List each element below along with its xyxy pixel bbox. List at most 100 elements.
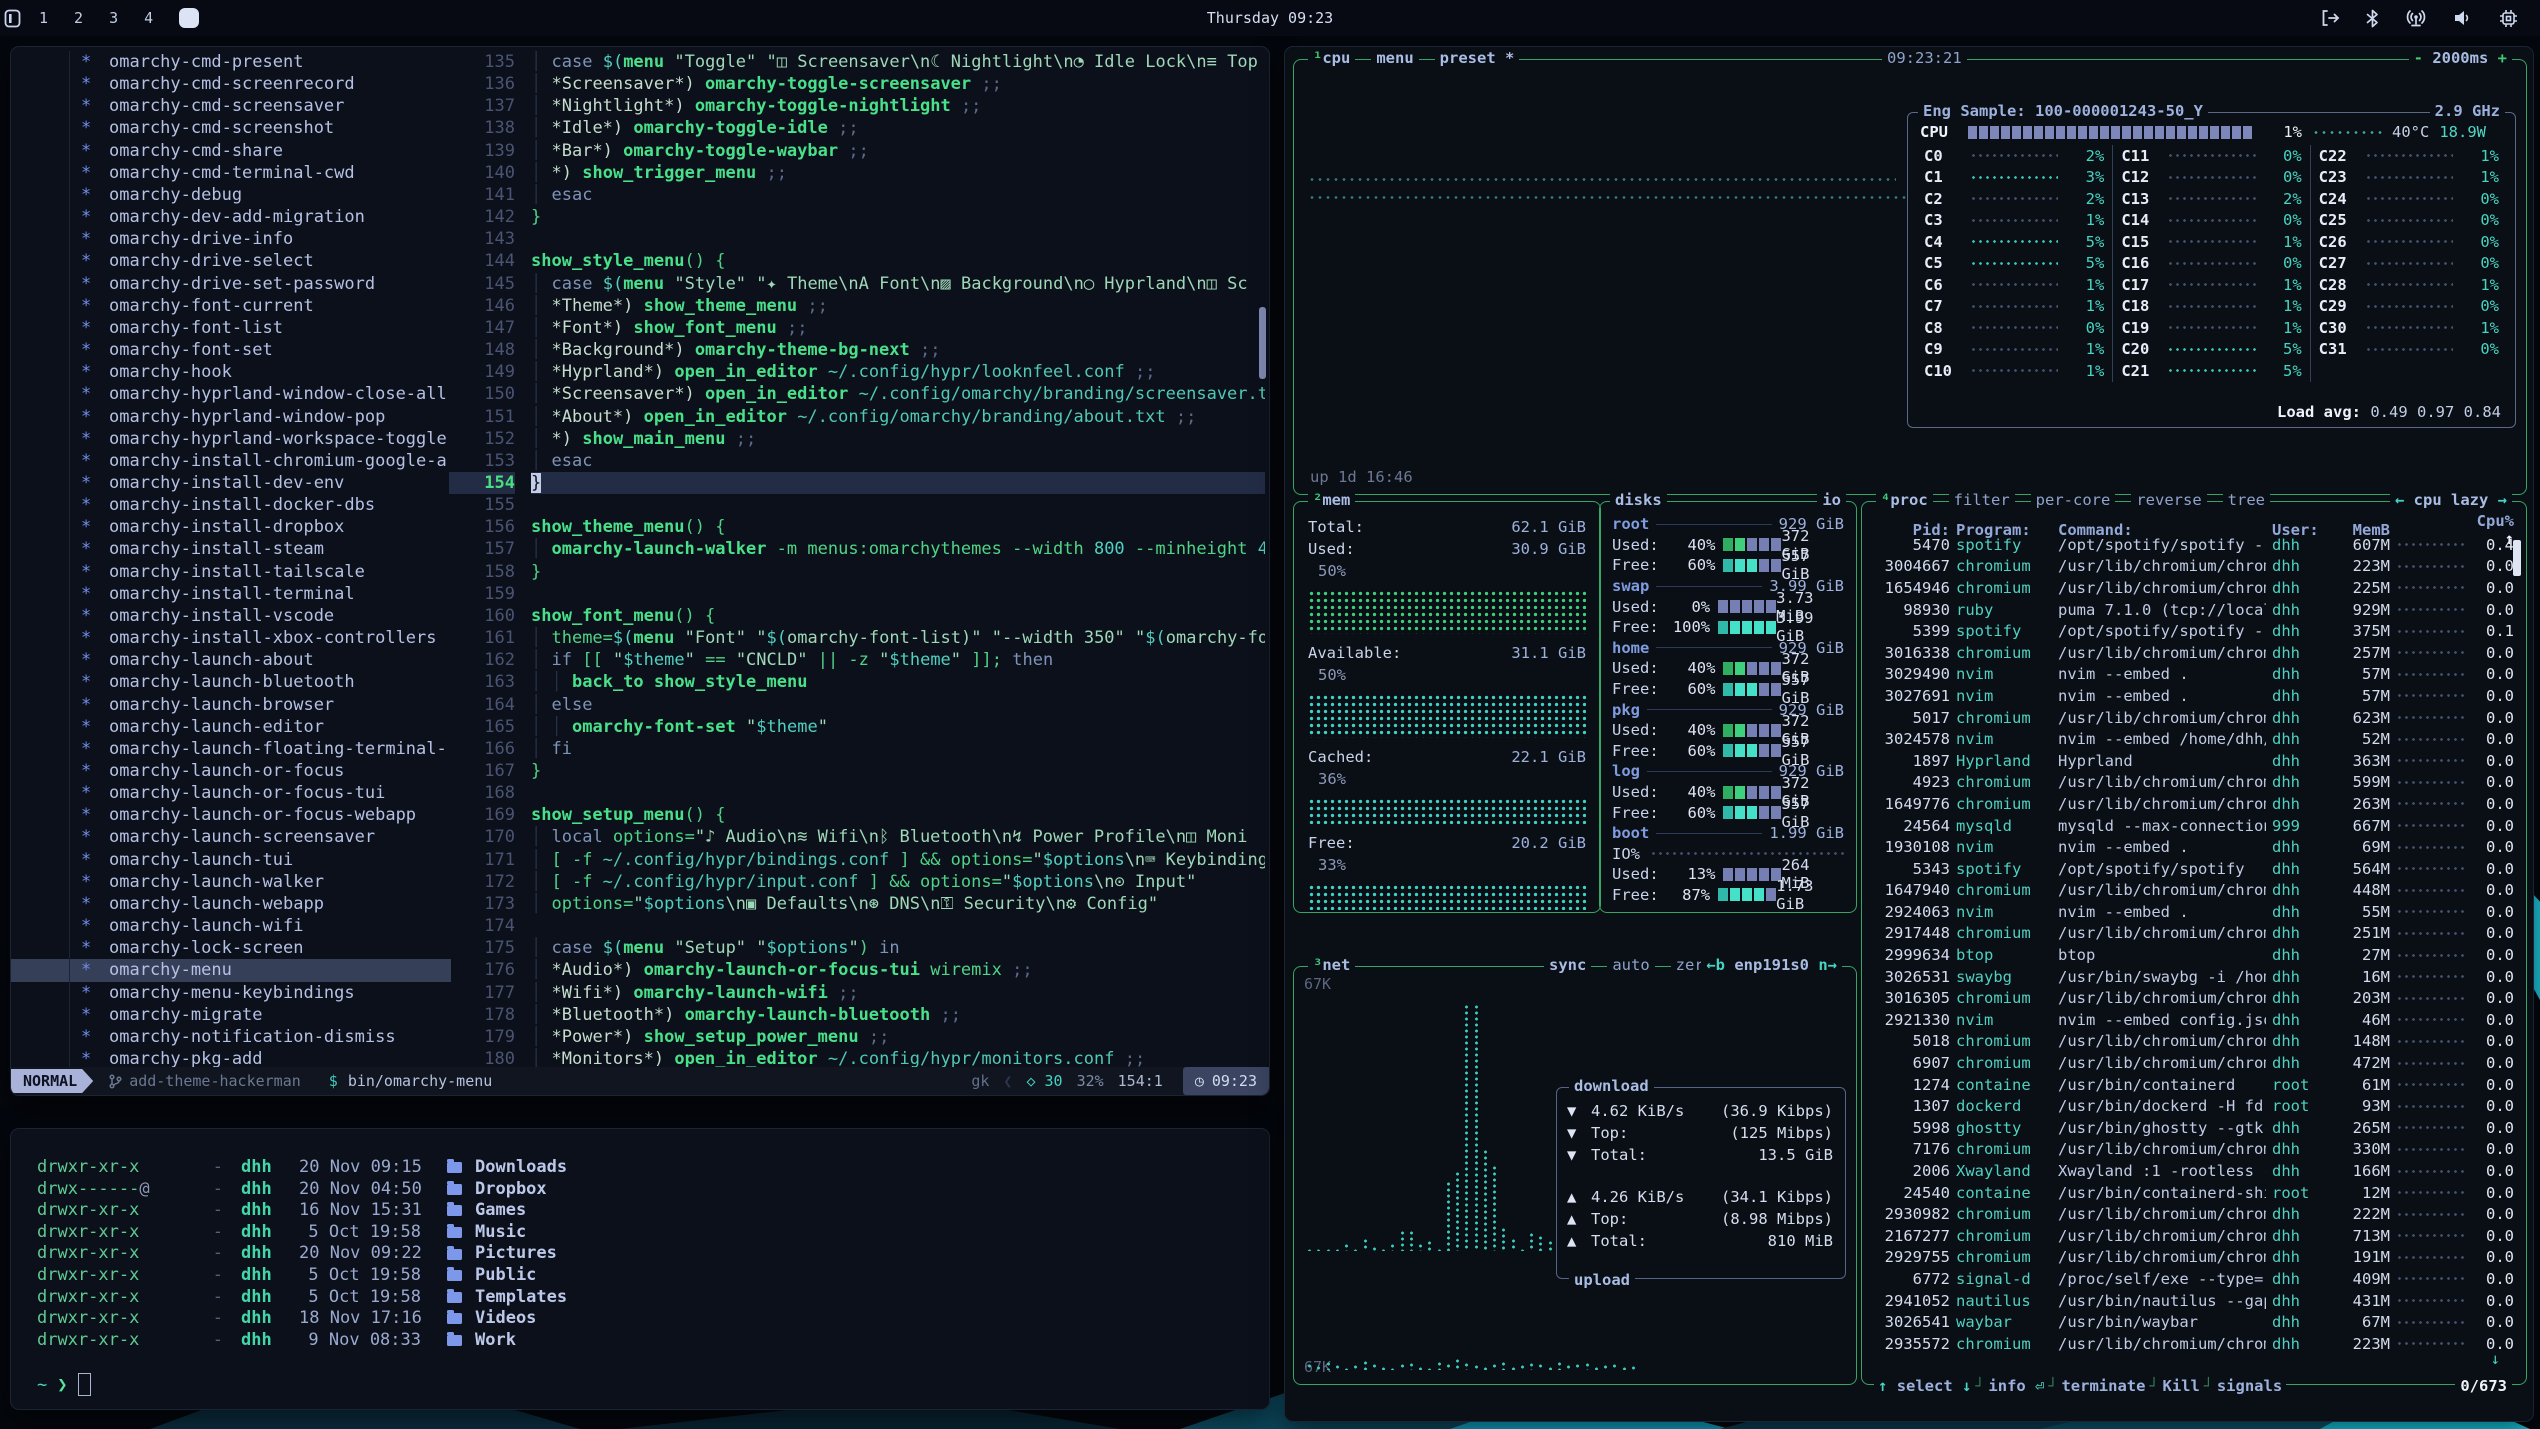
kill-action[interactable]: Kill [2158,1377,2203,1395]
file-list-item[interactable]: *omarchy-cmd-terminal-cwd [11,162,451,184]
process-scrollbar[interactable] [2513,540,2521,576]
proc-tab[interactable]: ⁴proc [1876,491,1933,509]
workspace-1[interactable]: 1 [39,9,48,27]
process-row[interactable]: 5343spotify/opt/spotify/spotifydhh564M0.… [1862,858,2526,880]
signals-action[interactable]: signals [2213,1377,2286,1395]
file-list-item[interactable]: *omarchy-install-chromium-google-a [11,450,451,472]
volume-icon[interactable] [2453,9,2473,27]
process-row[interactable]: 2929755chromium/usr/lib/chromium/chromdh… [1862,1247,2526,1269]
process-row[interactable]: 6907chromium/usr/lib/chromium/chromdhh47… [1862,1052,2526,1074]
process-row[interactable]: 1274containe/usr/bin/containerdroot61M0.… [1862,1074,2526,1096]
process-row[interactable]: 1307dockerd/usr/bin/dockerd -H fd:root93… [1862,1095,2526,1117]
workspace-active-indicator[interactable] [179,8,199,28]
sync-button[interactable]: sync [1544,956,1591,974]
workspace-3[interactable]: 3 [109,9,118,27]
process-row[interactable]: 7176chromium/usr/lib/chromium/chromdhh33… [1862,1139,2526,1161]
process-row[interactable]: 4923chromium/usr/lib/chromium/chromdhh59… [1862,772,2526,794]
mem-tab[interactable]: ²mem [1308,491,1355,509]
file-list-item[interactable]: *omarchy-install-dev-env [11,472,451,494]
process-row[interactable]: 2917448chromium/usr/lib/chromium/chromdh… [1862,923,2526,945]
filter-button[interactable]: filter [1949,491,2015,509]
file-list-item[interactable]: *omarchy-font-set [11,339,451,361]
process-row[interactable]: 2924063nvimnvim --embed .dhh55M0.0 [1862,901,2526,923]
broadcast-icon[interactable] [2405,9,2427,27]
file-list-item[interactable]: *omarchy-menu [11,959,451,981]
code-editor[interactable]: │ case $(menu "Toggle" "◫ Screensaver\n☾… [531,51,1265,1070]
file-list-item[interactable]: *omarchy-menu-keybindings [11,982,451,1004]
logout-icon[interactable] [2320,9,2340,27]
process-row[interactable]: 3004667chromium/usr/lib/chromium/chromdh… [1862,556,2526,578]
process-row[interactable]: 1930108nvimnvim --embed .dhh69M0.0 [1862,836,2526,858]
process-row[interactable]: 98930rubypuma 7.1.0 (tcp://localdhh929M0… [1862,599,2526,621]
file-list-item[interactable]: *omarchy-install-dropbox [11,516,451,538]
file-list-item[interactable]: *omarchy-launch-browser [11,694,451,716]
process-row[interactable]: 1647940chromium/usr/lib/chromium/chromdh… [1862,880,2526,902]
process-row[interactable]: 2935572chromium/usr/lib/chromium/chromdh… [1862,1333,2526,1355]
per-core-button[interactable]: per-core [2031,491,2116,509]
net-tab[interactable]: ³net [1308,956,1355,974]
process-row[interactable]: 6772signal-d/proc/self/exe --type=rdhh40… [1862,1268,2526,1290]
file-list-item[interactable]: *omarchy-notification-dismiss [11,1026,451,1048]
omarchy-logo-icon[interactable] [4,9,21,28]
workspace-2[interactable]: 2 [74,9,83,27]
file-list-item[interactable]: *omarchy-cmd-screenshot [11,117,451,139]
file-list-item[interactable]: *omarchy-launch-or-focus-tui [11,782,451,804]
process-row[interactable]: 3027691nvimnvim --embed .dhh57M0.0 [1862,685,2526,707]
process-row[interactable]: 1649776chromium/usr/lib/chromium/chromdh… [1862,793,2526,815]
file-list-item[interactable]: *omarchy-drive-set-password [11,273,451,295]
file-list-item[interactable]: *omarchy-install-xbox-controllers [11,627,451,649]
reverse-button[interactable]: reverse [2131,491,2206,509]
tree-button[interactable]: tree [2223,491,2270,509]
disks-tab[interactable]: disks [1610,491,1667,509]
process-row[interactable]: 3016305chromium/usr/lib/chromium/chromdh… [1862,987,2526,1009]
process-row[interactable]: 3026531swaybg/usr/bin/swaybg -i /homdhh1… [1862,966,2526,988]
file-list-item[interactable]: *omarchy-install-terminal [11,583,451,605]
file-list-item[interactable]: *omarchy-install-tailscale [11,561,451,583]
file-list-item[interactable]: *omarchy-cmd-screensaver [11,95,451,117]
process-row[interactable]: 2006XwaylandXwayland :1 -rootless -dhh16… [1862,1160,2526,1182]
file-list-item[interactable]: *omarchy-hyprland-window-close-all [11,383,451,405]
process-row[interactable]: 3029490nvimnvim --embed .dhh57M0.0 [1862,664,2526,686]
io-button[interactable]: io [1817,491,1846,509]
process-row[interactable]: 5017chromium/usr/lib/chromium/chromdhh62… [1862,707,2526,729]
terminate-action[interactable]: terminate [2057,1377,2149,1395]
process-row[interactable]: 2941052nautilus/usr/bin/nautilus --gapdh… [1862,1290,2526,1312]
file-list-item[interactable]: *omarchy-dev-add-migration [11,206,451,228]
process-row[interactable]: 5470spotify/opt/spotify/spotify --dhh607… [1862,534,2526,556]
file-list-item[interactable]: *omarchy-hyprland-workspace-toggle [11,428,451,450]
file-list-item[interactable]: *omarchy-launch-tui [11,849,451,871]
file-list-item[interactable]: *omarchy-hook [11,361,451,383]
file-list-item[interactable]: *omarchy-launch-about [11,649,451,671]
menu-button[interactable]: menu [1371,49,1418,67]
process-header[interactable]: Pid: Program: Command: User: MemB Cpu% ↑ [1862,512,2526,534]
preset-button[interactable]: preset * [1435,49,1520,67]
process-row[interactable]: 5399spotify/opt/spotify/spotify --dhh375… [1862,620,2526,642]
process-row[interactable]: 5998ghostty/usr/bin/ghostty --gtk-dhh265… [1862,1117,2526,1139]
file-list-item[interactable]: *omarchy-lock-screen [11,937,451,959]
file-list-item[interactable]: *omarchy-launch-webapp [11,893,451,915]
file-list-item[interactable]: *omarchy-cmd-screenrecord [11,73,451,95]
process-row[interactable]: 2167277chromium/usr/lib/chromium/chromdh… [1862,1225,2526,1247]
bluetooth-icon[interactable] [2366,9,2379,28]
process-row[interactable]: 2999634btopbtopdhh27M0.0 [1862,944,2526,966]
sort-mode-selector[interactable]: ← cpu lazy → [2390,491,2512,509]
file-list-item[interactable]: *omarchy-launch-or-focus-webapp [11,804,451,826]
info-action[interactable]: info ⏎ [1984,1377,2048,1395]
process-row[interactable]: 2930982chromium/usr/lib/chromium/chromdh… [1862,1203,2526,1225]
select-action[interactable]: ↑ select ↓ [1874,1377,1975,1395]
file-list-item[interactable]: *omarchy-install-docker-dbs [11,494,451,516]
cpu-tab[interactable]: ¹cpu [1308,49,1355,67]
process-row[interactable]: 24540containe/usr/bin/containerd-shiroot… [1862,1182,2526,1204]
process-row[interactable]: 1654946chromium/usr/lib/chromium/chromdh… [1862,577,2526,599]
process-row[interactable]: 3026541waybar/usr/bin/waybardhh67M0.0 [1862,1311,2526,1333]
file-list-item[interactable]: *omarchy-migrate [11,1004,451,1026]
file-list-item[interactable]: *omarchy-launch-editor [11,716,451,738]
workspace-4[interactable]: 4 [144,9,153,27]
interval-control[interactable]: - 2000ms + [2409,49,2512,67]
process-row[interactable]: 1897HyprlandHyprlanddhh363M0.0 [1862,750,2526,772]
process-row[interactable]: 5018chromium/usr/lib/chromium/chromdhh14… [1862,1031,2526,1053]
terminal-window[interactable]: drwxr-xr-x-dhh20 Nov 09:15Downloadsdrwx-… [10,1128,1270,1410]
file-list-item[interactable]: *omarchy-debug [11,184,451,206]
file-list-item[interactable]: *omarchy-launch-floating-terminal- [11,738,451,760]
file-list-item[interactable]: *omarchy-install-vscode [11,605,451,627]
